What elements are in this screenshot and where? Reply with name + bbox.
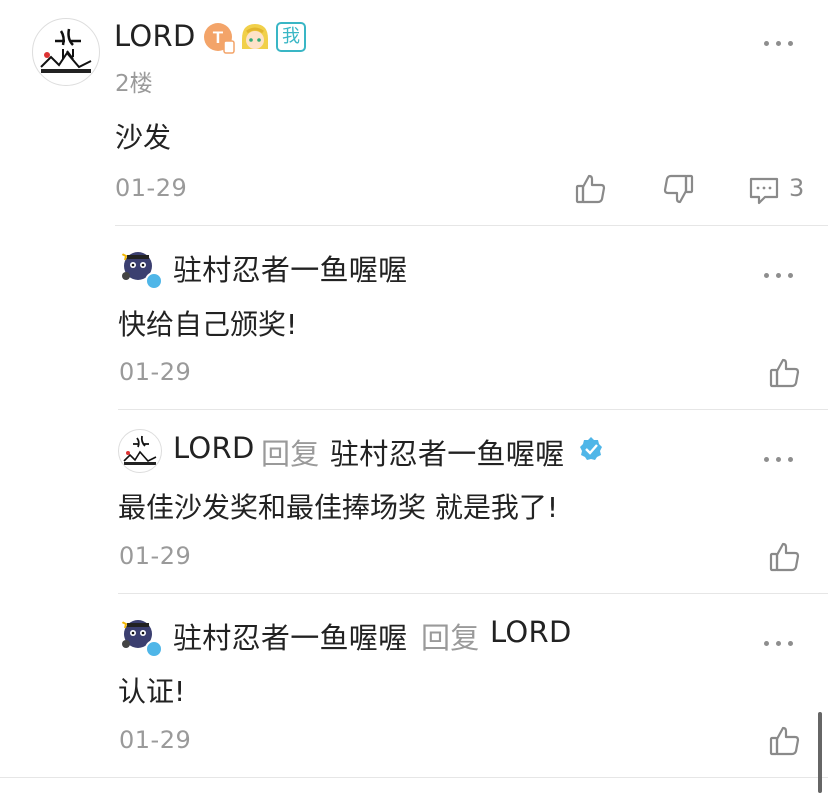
comment-date: 01-29 (115, 174, 188, 202)
reply-content: 快给自己颁奖! (118, 308, 298, 341)
like-icon[interactable] (768, 356, 802, 390)
like-icon[interactable] (574, 172, 608, 206)
divider (118, 409, 828, 410)
anime-avatar-icon (239, 21, 271, 53)
divider (0, 777, 828, 778)
more-icon[interactable] (764, 270, 794, 280)
reply-author[interactable]: LORD (173, 431, 255, 465)
reply-date: 01-29 (119, 726, 192, 754)
comment-content: 沙发 (115, 121, 172, 154)
reply-author[interactable]: 驻村忍者一鱼喔喔 (173, 615, 407, 657)
reply-to-user[interactable]: 驻村忍者一鱼喔喔 (330, 431, 564, 473)
more-icon[interactable] (764, 454, 794, 464)
reply-word: 回复 (261, 437, 320, 471)
reply-content: 最佳沙发奖和最佳捧场奖 就是我了! (118, 491, 559, 524)
reply-content: 认证! (118, 675, 186, 708)
verified-icon (145, 640, 163, 658)
svg-text:T: T (213, 28, 224, 47)
like-icon[interactable] (768, 724, 802, 758)
divider (115, 225, 828, 226)
verified-icon (578, 436, 604, 462)
verified-icon (145, 272, 163, 290)
me-badge: 我 (276, 22, 306, 52)
t-level-icon: T (203, 22, 235, 54)
reply-date: 01-29 (119, 358, 192, 386)
dislike-icon[interactable] (661, 172, 695, 206)
more-icon[interactable] (764, 38, 794, 48)
like-icon[interactable] (768, 540, 802, 574)
reply-author[interactable]: 驻村忍者一鱼喔喔 (173, 247, 407, 289)
reply-to-user[interactable]: LORD (490, 615, 572, 649)
reply-count[interactable]: 3 (789, 174, 805, 202)
reply-word: 回复 (421, 621, 480, 655)
divider (118, 593, 828, 594)
reply-date: 01-29 (119, 542, 192, 570)
lord-avatar[interactable] (32, 18, 100, 86)
comment-icon[interactable] (748, 174, 780, 206)
scrollbar[interactable] (818, 712, 822, 793)
comment-author[interactable]: LORD (114, 19, 196, 53)
more-icon[interactable] (764, 638, 794, 648)
lord-avatar[interactable] (118, 429, 162, 473)
floor-number: 2楼 (115, 71, 153, 97)
